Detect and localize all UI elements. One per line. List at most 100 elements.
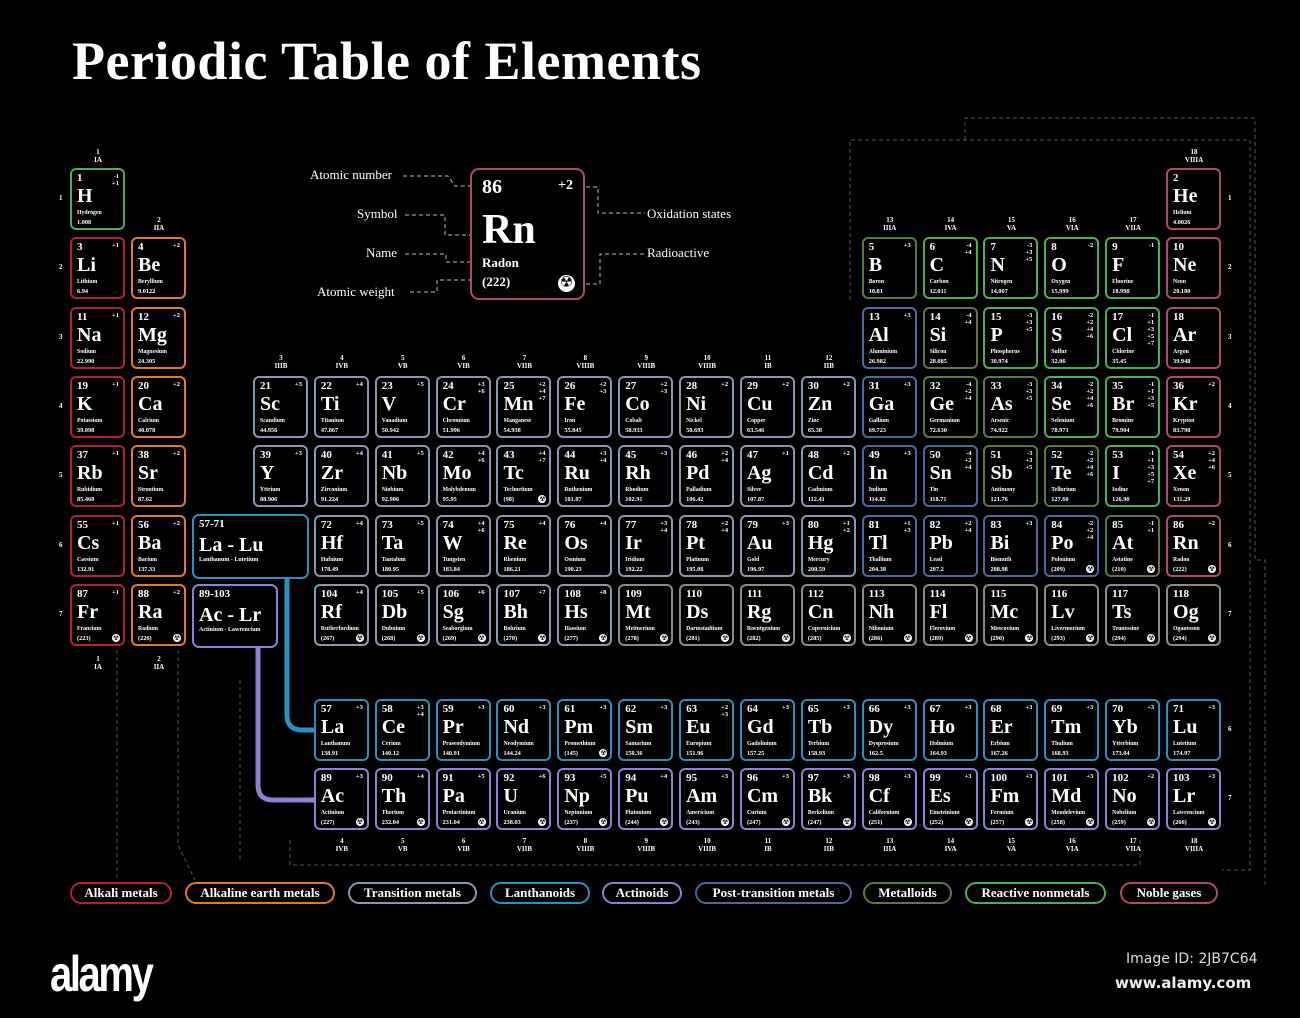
element-ta[interactable]: 73 +5 Ta Tantalum 180.95 — [374, 514, 430, 577]
element-pa[interactable]: 91 +5 Pa Protactinium 231.04 ☢ — [435, 768, 491, 830]
element-c[interactable]: 6 -4 +4 C Carbon 12.011 — [922, 237, 978, 300]
element-y[interactable]: 39 +3 Y Yttrium 88.906 — [253, 445, 308, 508]
element-k[interactable]: 19 +1 K Potassium 39.098 — [70, 375, 125, 438]
element-tm[interactable]: 69 +3 Tm Thulium 168.93 — [1044, 699, 1100, 761]
element-cn[interactable]: 112 Cn Copernicium (285) ☢ — [800, 583, 856, 646]
element-cm[interactable]: 96 +3 Cm Curium (247) ☢ — [739, 768, 795, 830]
element-ts[interactable]: 117 Ts Tennessine (294) ☢ — [1105, 583, 1161, 646]
element-bi[interactable]: 83 +3 Bi Bismuth 208.98 — [983, 514, 1039, 577]
element-sn[interactable]: 50 -4 +2 +4 Sn Tin 118.71 — [922, 445, 978, 508]
element-mg[interactable]: 12 +2 Mg Magnesium 24.305 — [131, 306, 186, 369]
element-ar[interactable]: 18 Ar Argon 39.948 — [1166, 306, 1222, 369]
element-nd[interactable]: 60 +3 Nd Neodymium 144.24 — [496, 699, 552, 761]
element-br[interactable]: 35 -1 +1 +3 +5 Br Bromine 79.904 — [1105, 375, 1161, 438]
element-nh[interactable]: 113 Nh Nihonium (286) ☢ — [861, 583, 917, 646]
element-v[interactable]: 23 +5 V Vanadium 50.942 — [374, 375, 430, 438]
legend-metalloid[interactable]: Metalloids — [863, 882, 952, 904]
element-lv[interactable]: 116 Lv Livermorium (293) ☢ — [1044, 583, 1100, 646]
element-co[interactable]: 27 +2 +3 Co Cobalt 58.933 — [618, 375, 674, 438]
element-cf[interactable]: 98 +3 Cf Californium (251) ☢ — [861, 768, 917, 830]
series-placeholder-actinoids[interactable]: 89-103 Ac - Lr Actinium - Lawrencium — [192, 584, 278, 648]
element-mt[interactable]: 109 Mt Meitnerium (278) ☢ — [618, 583, 674, 646]
element-kr[interactable]: 36 +2 Kr Krypton 83.798 — [1166, 375, 1222, 438]
element-ru[interactable]: 44 +3 +4 Ru Ruthenium 101.07 — [557, 445, 613, 508]
element-fm[interactable]: 100 +3 Fm Fermium (257) ☢ — [983, 768, 1039, 830]
element-ti[interactable]: 22 +4 Ti Titanium 47.867 — [313, 375, 369, 438]
element-al[interactable]: 13 +3 Al Aluminium 26.982 — [861, 306, 917, 369]
element-he[interactable]: 2 He Helium 4.0026 — [1166, 168, 1222, 230]
element-mo[interactable]: 42 +4 +6 Mo Molybdenum 95.95 — [435, 445, 491, 508]
element-cs[interactable]: 55 +1 Cs Caesium 132.91 — [70, 514, 125, 577]
element-bk[interactable]: 97 +3 Bk Berkelium (247) ☢ — [800, 768, 856, 830]
element-re[interactable]: 75 +4 Re Rhenium 186.21 — [496, 514, 552, 577]
element-gd[interactable]: 64 +3 Gd Gadolinium 157.25 — [739, 699, 795, 761]
element-pm[interactable]: 61 +3 Pm Promethium (145) ☢ — [557, 699, 613, 761]
element-au[interactable]: 79 +3 Au Gold 196.97 — [739, 514, 795, 577]
element-as[interactable]: 33 -3 +3 +5 As Arsenic 74.922 — [983, 375, 1039, 438]
element-w[interactable]: 74 +4 +6 W Tungsten 183.84 — [435, 514, 491, 577]
element-ce[interactable]: 58 +3 +4 Ce Cerium 140.12 — [374, 699, 430, 761]
element-u[interactable]: 92 +6 U Uranium 238.03 ☢ — [496, 768, 552, 830]
element-th[interactable]: 90 +4 Th Thorium 232.04 ☢ — [374, 768, 430, 830]
element-ca[interactable]: 20 +2 Ca Calcium 40.078 — [131, 375, 186, 438]
element-f[interactable]: 9 -1 F Fluorine 18.998 — [1105, 237, 1161, 300]
element-no[interactable]: 102 +2 No Nobelium (259) ☢ — [1105, 768, 1161, 830]
element-p[interactable]: 15 -3 +3 +5 P Phosphorus 30.974 — [983, 306, 1039, 369]
legend-alkaline[interactable]: Alkaline earth metals — [185, 882, 335, 904]
element-bh[interactable]: 107 +7 Bh Bohrium (270) ☢ — [496, 583, 552, 646]
legend-transition[interactable]: Transition metals — [348, 882, 477, 904]
element-np[interactable]: 93 +5 Np Neptunium (237) ☢ — [557, 768, 613, 830]
element-si[interactable]: 14 -4 +4 Si Silicon 28.085 — [922, 306, 978, 369]
element-pr[interactable]: 59 +3 Pr Praseodymium 140.91 — [435, 699, 491, 761]
element-cu[interactable]: 29 +2 Cu Copper 63.546 — [739, 375, 795, 438]
element-sr[interactable]: 38 +2 Sr Strontium 87.62 — [131, 445, 186, 508]
legend-nonmetal[interactable]: Reactive nonmetals — [965, 882, 1106, 904]
element-hg[interactable]: 80 +1 +2 Hg Mercury 200.59 — [800, 514, 856, 577]
element-h[interactable]: 1 -1 +1 H Hydrogen 1.008 — [70, 168, 125, 230]
element-ni[interactable]: 28 +2 Ni Nickel 58.693 — [679, 375, 735, 438]
legend-lanthanoid[interactable]: Lanthanoids — [490, 882, 590, 904]
element-lu[interactable]: 71 +3 Lu Lutetium 174.97 — [1166, 699, 1222, 761]
element-ba[interactable]: 56 +2 Ba Barium 137.33 — [131, 514, 186, 577]
element-hf[interactable]: 72 +4 Hf Hafnium 178.49 — [313, 514, 369, 577]
element-tb[interactable]: 65 +3 Tb Terbium 158.93 — [800, 699, 856, 761]
element-os[interactable]: 76 +4 Os Osmium 190.23 — [557, 514, 613, 577]
element-rg[interactable]: 111 Rg Roentgenium (282) ☢ — [739, 583, 795, 646]
element-zr[interactable]: 40 +4 Zr Zirconium 91.224 — [313, 445, 369, 508]
element-fl[interactable]: 114 Fl Flerovium (289) ☢ — [922, 583, 978, 646]
element-mc[interactable]: 115 Mc Moscovium (290) ☢ — [983, 583, 1039, 646]
legend-noble[interactable]: Noble gases — [1120, 882, 1218, 904]
element-mn[interactable]: 25 +2 +4 +7 Mn Manganese 54.938 — [496, 375, 552, 438]
element-dy[interactable]: 66 +3 Dy Dysprosium 162.5 — [861, 699, 917, 761]
element-cr[interactable]: 24 +3 +6 Cr Chromium 51.996 — [435, 375, 491, 438]
element-fe[interactable]: 26 +2 +3 Fe Iron 55.845 — [557, 375, 613, 438]
element-og[interactable]: 118 Og Oganesson (294) ☢ — [1166, 583, 1222, 646]
legend-actinoid[interactable]: Actinoids — [602, 882, 682, 904]
element-fr[interactable]: 87 +1 Fr Francium (223) ☢ — [70, 583, 125, 646]
element-n[interactable]: 7 -3 +3 +5 N Nitrogen 14.007 — [983, 237, 1039, 300]
element-ge[interactable]: 32 -4 +2 +4 Ge Germanium 72.630 — [922, 375, 978, 438]
legend-post[interactable]: Post-transition metals — [695, 882, 852, 904]
element-ga[interactable]: 31 +3 Ga Gallium 69.723 — [861, 375, 917, 438]
element-eu[interactable]: 63 +2 +3 Eu Europium 151.96 — [679, 699, 735, 761]
element-be[interactable]: 4 +2 Be Beryllium 9.0122 — [131, 237, 186, 300]
element-li[interactable]: 3 +1 Li Lithium 6.94 — [70, 237, 125, 300]
element-tl[interactable]: 81 +1 +3 Tl Thallium 204.38 — [861, 514, 917, 577]
element-ag[interactable]: 47 +1 Ag Silver 107.87 — [739, 445, 795, 508]
element-tc[interactable]: 43 +4 +7 Tc Technetium (98) ☢ — [496, 445, 552, 508]
element-po[interactable]: 84 -2 +2 +4 Po Polonium (209) ☢ — [1044, 514, 1100, 577]
element-pt[interactable]: 78 +2 +4 Pt Platinum 195.08 — [679, 514, 735, 577]
element-b[interactable]: 5 +3 B Boron 10.81 — [861, 237, 917, 300]
element-es[interactable]: 99 +3 Es Einsteinium (252) ☢ — [922, 768, 978, 830]
element-la[interactable]: 57 +3 La Lanthanum 138.91 — [313, 699, 369, 761]
element-rb[interactable]: 37 +1 Rb Rubidium 85.468 — [70, 445, 125, 508]
element-sb[interactable]: 51 -3 +3 +5 Sb Antimony 121.76 — [983, 445, 1039, 508]
element-cl[interactable]: 17 -1 +1 +3 +5 +7 Cl Chlorine 35.45 — [1105, 306, 1161, 369]
element-se[interactable]: 34 -2 +2 +4 +6 Se Selenium 78.971 — [1044, 375, 1100, 438]
element-te[interactable]: 52 -2 +2 +4 +6 Te Tellurium 127.60 — [1044, 445, 1100, 508]
element-na[interactable]: 11 +1 Na Sodium 22.990 — [70, 306, 125, 369]
element-ds[interactable]: 110 Ds Darmstadtium (281) ☢ — [679, 583, 735, 646]
element-sg[interactable]: 106 +6 Sg Seaborgium (269) ☢ — [435, 583, 491, 646]
element-pu[interactable]: 94 +4 Pu Plutonium (244) ☢ — [618, 768, 674, 830]
element-ir[interactable]: 77 +3 +4 Ir Iridium 192.22 — [618, 514, 674, 577]
